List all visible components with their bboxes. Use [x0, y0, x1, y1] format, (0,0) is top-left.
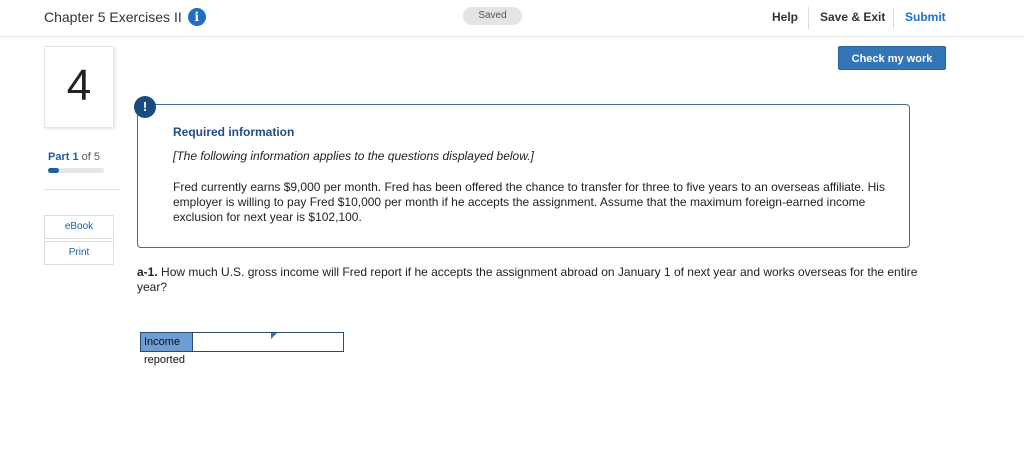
- header-divider: [808, 7, 809, 29]
- info-icon[interactable]: i: [187, 8, 206, 26]
- part-progress-bar: [48, 168, 104, 173]
- ebook-button[interactable]: eBook: [44, 215, 114, 239]
- assignment-title: Chapter 5 Exercises II: [44, 9, 182, 25]
- input-corner-marker: [271, 333, 277, 339]
- required-information-title: Required information: [173, 125, 295, 139]
- header-divider: [893, 7, 894, 29]
- assignment-title-group: Chapter 5 Exercises II i: [44, 8, 206, 26]
- help-link[interactable]: Help: [772, 10, 798, 24]
- question-number: 4: [66, 61, 92, 110]
- income-reported-input[interactable]: [192, 333, 343, 351]
- top-bar: Chapter 5 Exercises II i Saved Help Save…: [0, 0, 1024, 37]
- question-text-block: a-1. How much U.S. gross income will Fre…: [137, 265, 927, 295]
- sidebar-divider: [44, 189, 120, 190]
- question-number-label: a-1.: [137, 265, 158, 279]
- question-text: How much U.S. gross income will Fred rep…: [137, 265, 918, 294]
- part-current: 1: [72, 151, 79, 163]
- part-total: of 5: [81, 151, 101, 163]
- part-indicator: Part 1 of 5: [48, 151, 100, 163]
- required-information-subtitle: [The following information applies to th…: [173, 149, 534, 163]
- check-my-work-button[interactable]: Check my work: [838, 46, 946, 70]
- save-exit-link[interactable]: Save & Exit: [820, 10, 885, 24]
- part-prefix: Part: [48, 151, 70, 163]
- income-reported-label: Income reported: [141, 333, 192, 366]
- question-number-card: 4: [44, 46, 114, 128]
- answer-row: Income reported: [140, 332, 344, 366]
- part-progress-fill: [48, 168, 60, 173]
- required-information-body: Fred currently earns $9,000 per month. F…: [173, 180, 885, 224]
- print-button[interactable]: Print: [44, 241, 114, 265]
- saved-status-badge: Saved: [463, 7, 522, 25]
- exclamation-icon: !: [134, 96, 156, 118]
- submit-link[interactable]: Submit: [905, 10, 946, 24]
